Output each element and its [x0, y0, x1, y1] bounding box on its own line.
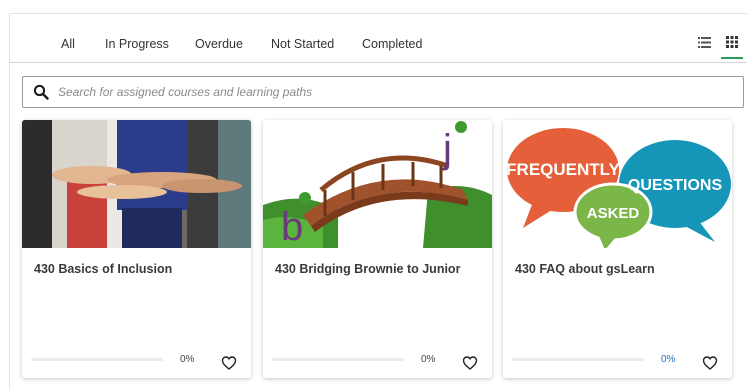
search-input[interactable] [58, 85, 698, 99]
favorite-heart-icon[interactable] [221, 355, 237, 371]
filter-tabs: All In Progress Overdue Not Started Comp… [10, 14, 747, 63]
grid-view-button[interactable] [721, 27, 743, 59]
progress-percent: 0% [661, 354, 676, 365]
tab-overdue[interactable]: Overdue [195, 37, 243, 51]
svg-text:b: b [281, 205, 303, 248]
course-title[interactable]: 430 Basics of Inclusion [34, 261, 234, 277]
favorite-heart-icon[interactable] [702, 355, 718, 371]
list-view-icon [697, 36, 711, 48]
progress-percent: 0% [180, 354, 195, 365]
grid-view-icon [726, 36, 738, 48]
tab-in-progress[interactable]: In Progress [105, 37, 169, 51]
course-image-bridge: b j [263, 120, 492, 248]
svg-text:FREQUENTLY: FREQUENTLY [506, 160, 620, 179]
course-search-bar[interactable] [22, 76, 744, 108]
course-image-people [22, 120, 251, 248]
tab-all[interactable]: All [61, 37, 75, 51]
course-title[interactable]: 430 FAQ about gsLearn [515, 261, 715, 277]
course-card[interactable]: 430 Basics of Inclusion 0% [22, 120, 251, 378]
tab-completed[interactable]: Completed [362, 37, 422, 51]
progress-bar [272, 358, 404, 361]
tab-not-started[interactable]: Not Started [271, 37, 334, 51]
course-card[interactable]: FREQUENTLY QUESTIONS ASKED 430 FAQ about… [503, 120, 732, 378]
svg-text:ASKED: ASKED [587, 205, 640, 222]
progress-bar [512, 358, 644, 361]
progress-bar [31, 358, 163, 361]
search-icon [33, 84, 49, 100]
list-view-button[interactable] [693, 31, 715, 53]
course-card[interactable]: b j 430 Bridging Brownie to Junior 0% [263, 120, 492, 378]
svg-text:j: j [442, 127, 452, 171]
course-title[interactable]: 430 Bridging Brownie to Junior [275, 261, 475, 277]
svg-text:QUESTIONS: QUESTIONS [628, 177, 723, 194]
favorite-heart-icon[interactable] [462, 355, 478, 371]
course-image-faq: FREQUENTLY QUESTIONS ASKED [503, 120, 732, 248]
progress-percent: 0% [421, 354, 436, 365]
